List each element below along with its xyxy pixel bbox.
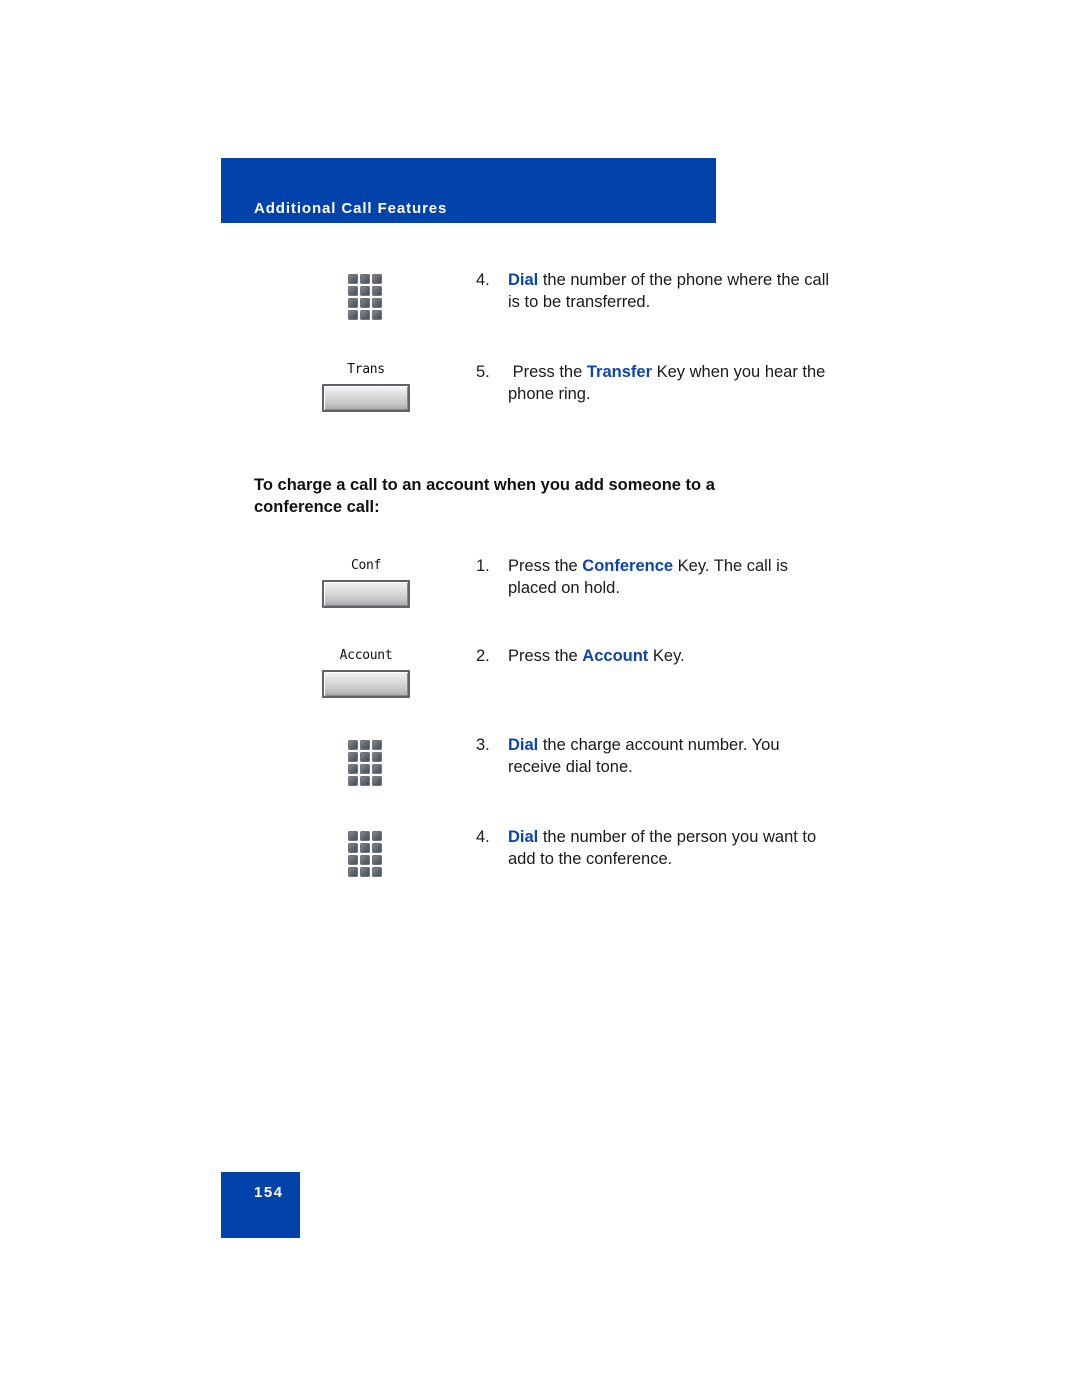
step-number: 4. xyxy=(476,828,490,846)
transfer-step-5: 5. Press the Transfer Key when you hear … xyxy=(476,362,836,405)
step-text: Dial the number of the person you want t… xyxy=(508,827,836,870)
conf-softkey-button[interactable] xyxy=(322,580,410,608)
conf-softkey-label: Conf xyxy=(350,558,382,573)
step-keyword: Transfer xyxy=(586,363,652,381)
page-number-box: 154 xyxy=(221,1172,300,1238)
step-text-after: Key. xyxy=(648,647,685,665)
keypad-icon xyxy=(348,740,384,788)
account-softkey-group: Account xyxy=(318,648,414,698)
account-step-1: 1. Press the Conference Key. The call is… xyxy=(476,556,836,599)
page-number: 154 xyxy=(254,1184,284,1201)
step-keyword: Account xyxy=(582,647,649,665)
transfer-step-4: 4. Dial the number of the phone where th… xyxy=(476,270,836,313)
trans-softkey-group: Trans xyxy=(318,362,414,412)
step-number: 1. xyxy=(476,557,490,575)
step-text: Dial the number of the phone where the c… xyxy=(508,270,836,313)
account-step-2: 2. Press the Account Key. xyxy=(476,646,836,668)
step-text-after: the number of the person you want to add… xyxy=(508,828,817,868)
step-text-before: Press the xyxy=(508,363,587,381)
trans-softkey-button[interactable] xyxy=(322,384,410,412)
step-text-before: Press the xyxy=(508,647,583,665)
keypad-icon xyxy=(348,274,384,322)
step-text-after: the charge account number. You receive d… xyxy=(508,736,780,776)
conf-softkey-group: Conf xyxy=(318,558,414,608)
step-keyword: Dial xyxy=(508,736,539,754)
step-number: 2. xyxy=(476,647,490,665)
step-text: Press the Transfer Key when you hear the… xyxy=(508,362,836,405)
trans-softkey-label: Trans xyxy=(347,362,385,377)
step-keyword: Dial xyxy=(508,271,539,289)
keypad-icon xyxy=(348,831,384,879)
step-number: 5. xyxy=(476,363,490,381)
section-heading: To charge a call to an account when you … xyxy=(254,476,715,516)
account-step-3: 3. Dial the charge account number. You r… xyxy=(476,735,836,778)
section-title: Additional Call Features xyxy=(254,200,448,217)
step-number: 4. xyxy=(476,271,490,289)
account-softkey-button[interactable] xyxy=(322,670,410,698)
step-text: Press the Account Key. xyxy=(508,646,836,668)
step-text: Press the Conference Key. The call is pl… xyxy=(508,556,836,599)
step-number: 3. xyxy=(476,736,490,754)
step-text-after: the number of the phone where the call i… xyxy=(508,271,830,311)
account-softkey-label: Account xyxy=(339,648,393,663)
step-text: Dial the charge account number. You rece… xyxy=(508,735,836,778)
step-text-before: Press the xyxy=(508,557,583,575)
account-step-4: 4. Dial the number of the person you wan… xyxy=(476,827,836,870)
step-keyword: Conference xyxy=(582,557,674,575)
step-keyword: Dial xyxy=(508,828,539,846)
section-header-band: Additional Call Features xyxy=(221,158,716,223)
